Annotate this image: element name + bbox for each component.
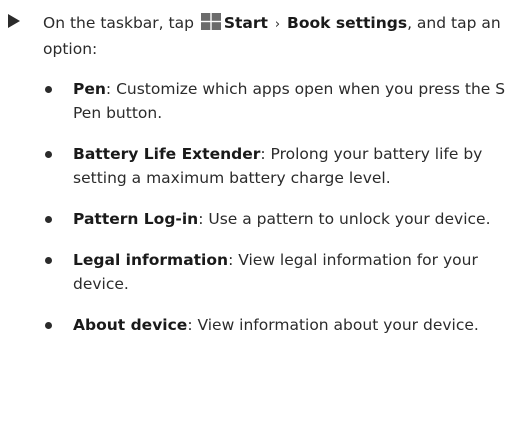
option-description: : Use a pattern to unlock your device. — [198, 209, 491, 228]
book-settings-label: Book settings — [287, 14, 408, 32]
option-title: About device — [73, 315, 188, 334]
option-pen: Pen: Customize which apps open when you … — [0, 77, 525, 125]
windows-start-icon — [200, 13, 221, 30]
bullet-dot-icon — [45, 256, 52, 264]
instruction-text: On the taskbar, tap Start › Book setting… — [43, 11, 525, 61]
breadcrumb-separator: › — [274, 17, 281, 32]
bullet-dot-icon — [45, 150, 52, 158]
bullet-dot-icon — [45, 321, 52, 329]
instruction-step: On the taskbar, tap Start › Book setting… — [0, 11, 525, 354]
bullet-dot-icon — [45, 215, 52, 223]
option-title: Pattern Log-in — [73, 209, 199, 228]
options-list: Pen: Customize which apps open when you … — [0, 77, 525, 337]
option-title: Battery Life Extender — [73, 144, 261, 163]
option-description: : Customize which apps open when you pre… — [73, 79, 506, 122]
bullet-dot-icon — [45, 85, 52, 93]
option-legal-information: Legal information: View legal informatio… — [0, 248, 525, 296]
option-title: Legal information — [73, 250, 229, 269]
settings-instructions: On the taskbar, tap Start › Book setting… — [0, 0, 530, 423]
option-battery-life-extender: Battery Life Extender: Prolong your batt… — [0, 142, 525, 190]
option-about-device: About device: View information about you… — [0, 313, 525, 337]
option-pattern-log-in: Pattern Log-in: Use a pattern to unlock … — [0, 207, 525, 231]
start-label: Start — [223, 14, 268, 32]
instruction-prefix: On the taskbar, tap — [43, 14, 194, 32]
option-description: : View information about your device. — [187, 315, 479, 334]
option-title: Pen — [73, 79, 106, 98]
triangle-arrow-icon — [8, 14, 20, 28]
